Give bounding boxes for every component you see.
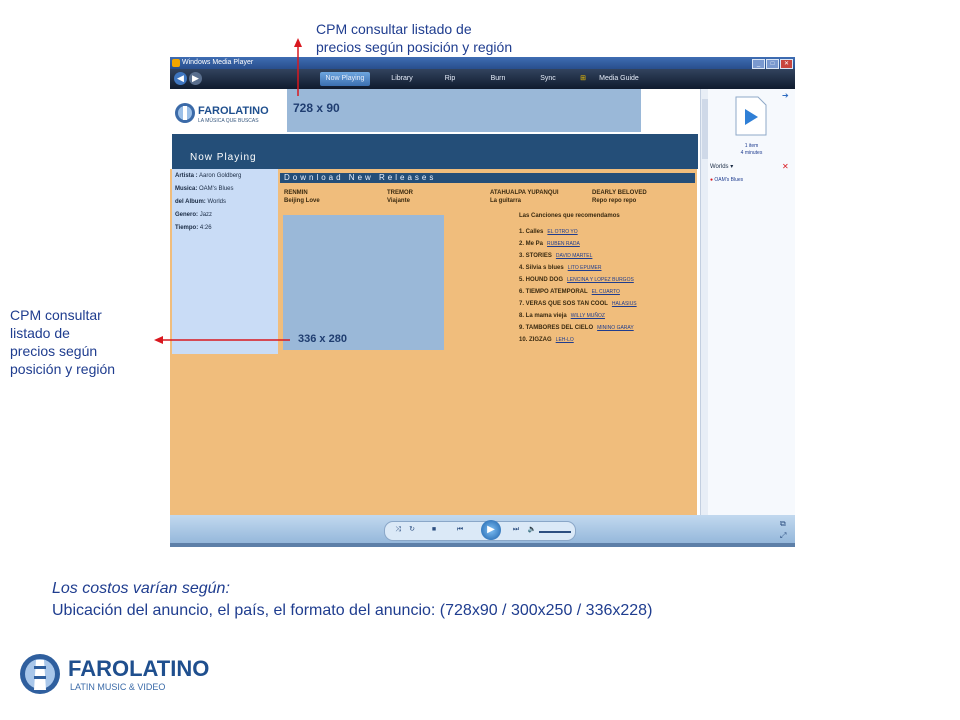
- farolatino-brand-logo: FAROLATINO LATIN MUSIC & VIDEO: [18, 652, 218, 696]
- lighthouse-icon: [20, 654, 60, 694]
- pricing-caption: Los costos varían según: Ubicación del a…: [52, 578, 652, 622]
- caption-heading: Los costos varían según:: [52, 580, 230, 597]
- caption-details: Ubicación del anuncio, el país, el forma…: [52, 602, 653, 619]
- brand-tagline: LATIN MUSIC & VIDEO: [70, 682, 166, 692]
- left-arrow-icon: [154, 336, 290, 344]
- brand-name: FAROLATINO: [68, 656, 210, 681]
- up-arrow-icon: [294, 38, 302, 96]
